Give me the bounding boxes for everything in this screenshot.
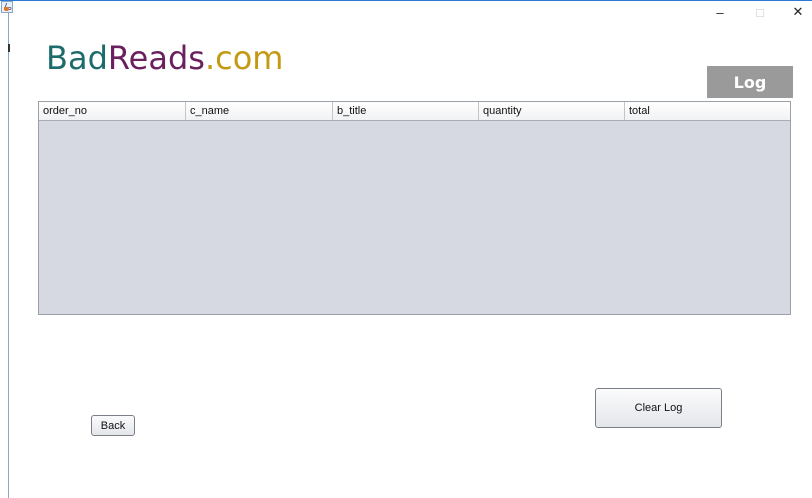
column-header-order-no[interactable]: order_no xyxy=(39,102,186,120)
table-header: order_no c_name b_title quantity total xyxy=(39,102,790,121)
column-header-c-name[interactable]: c_name xyxy=(186,102,333,120)
back-button[interactable]: Back xyxy=(91,415,135,436)
resize-grip xyxy=(8,44,10,52)
column-header-quantity[interactable]: quantity xyxy=(479,102,625,120)
window-top-border xyxy=(0,0,812,1)
close-button[interactable]: ✕ xyxy=(786,4,810,20)
window-left-border xyxy=(8,8,9,498)
clear-log-button[interactable]: Clear Log xyxy=(595,388,722,428)
brand-part-bad: Bad xyxy=(46,39,108,77)
column-header-b-title[interactable]: b_title xyxy=(333,102,479,120)
maximize-button[interactable]: □ xyxy=(748,4,772,20)
page-title-badge: Log xyxy=(707,66,793,98)
table-body[interactable] xyxy=(39,121,790,314)
minimize-button[interactable]: – xyxy=(708,4,732,20)
brand-logo: BadReads.com xyxy=(46,38,283,78)
brand-part-com: .com xyxy=(204,39,284,77)
column-header-total[interactable]: total xyxy=(625,102,790,120)
order-log-table[interactable]: order_no c_name b_title quantity total xyxy=(38,101,791,315)
brand-part-reads: Reads xyxy=(107,39,205,77)
app-window: – □ ✕ BadReads.com Log order_no c_name b… xyxy=(0,0,812,498)
java-cup-icon xyxy=(1,1,13,13)
